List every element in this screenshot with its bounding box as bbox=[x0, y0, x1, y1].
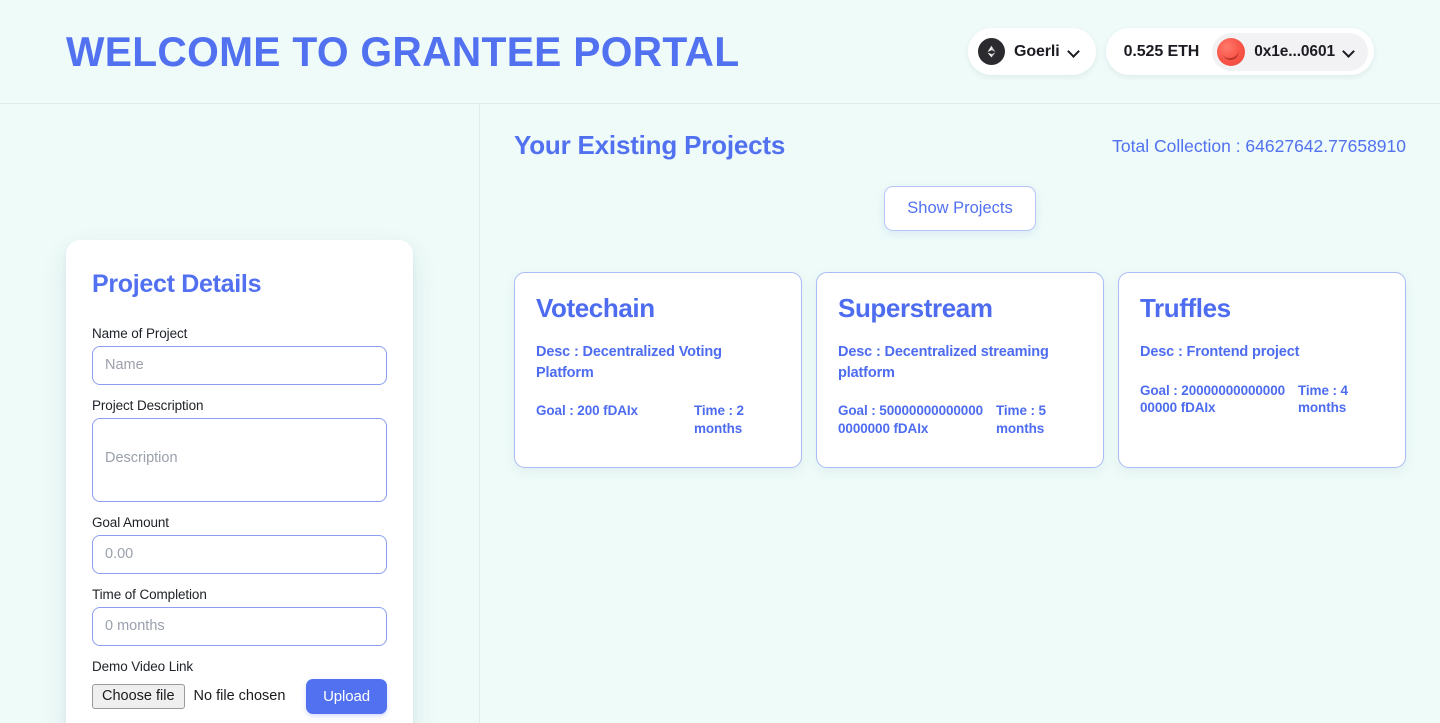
field-goal-amount: Goal Amount bbox=[92, 515, 387, 574]
show-projects-row: Show Projects bbox=[514, 186, 1406, 231]
account-panel: 0.525 ETH 0x1e...0601 bbox=[1105, 28, 1374, 75]
project-card-title: Votechain bbox=[536, 293, 655, 323]
section-title: Your Existing Projects bbox=[514, 130, 786, 160]
app-root: WELCOME TO GRANTEE PORTAL Goerli 0.525 E… bbox=[0, 0, 1440, 723]
wallet-balance: 0.525 ETH bbox=[1123, 42, 1200, 60]
show-projects-button[interactable]: Show Projects bbox=[884, 186, 1036, 231]
project-card-time: Time : 2 months bbox=[694, 403, 744, 436]
project-card-goal: Goal : 2000000000000000000 fDAIx bbox=[1140, 382, 1286, 416]
upload-row: Choose file No file chosen Upload bbox=[92, 679, 387, 714]
project-details-form: Project Details Name of Project Project … bbox=[66, 240, 413, 723]
left-pane: Project Details Name of Project Project … bbox=[0, 104, 480, 723]
label-demo-video-link: Demo Video Link bbox=[92, 659, 194, 674]
choose-file-button[interactable]: Choose file bbox=[92, 683, 185, 710]
project-card-time: Time : 5 months bbox=[996, 403, 1046, 436]
label-project-description: Project Description bbox=[92, 398, 204, 413]
project-card-title: Truffles bbox=[1140, 293, 1231, 323]
projects-header: Your Existing Projects Total Collection … bbox=[514, 126, 1406, 161]
account-address: 0x1e...0601 bbox=[1254, 42, 1335, 60]
label-time-of-completion: Time of Completion bbox=[92, 587, 207, 602]
project-card-meta: Goal : 200 fDAIx Time : 2 months bbox=[536, 402, 780, 437]
project-card-description: Desc : Decentralized Voting Platform bbox=[536, 344, 722, 381]
field-time-of-completion: Time of Completion bbox=[92, 587, 387, 646]
label-goal-amount: Goal Amount bbox=[92, 515, 169, 530]
upload-button[interactable]: Upload bbox=[306, 679, 387, 714]
project-card-time: Time : 4 months bbox=[1298, 382, 1348, 416]
total-collection: Total Collection : 64627642.77658910 bbox=[1112, 136, 1406, 156]
project-card-meta: Goal : 2000000000000000000 fDAIx Time : … bbox=[1140, 382, 1384, 417]
file-status-text: No file chosen bbox=[193, 688, 286, 705]
project-card-title: Superstream bbox=[838, 293, 993, 323]
field-demo-video-link: Demo Video Link Choose file No file chos… bbox=[92, 659, 387, 714]
chevron-down-icon bbox=[1069, 46, 1080, 57]
project-description-input[interactable] bbox=[92, 418, 387, 502]
time-of-completion-input[interactable] bbox=[92, 607, 387, 646]
project-card[interactable]: Superstream Desc : Decentralized streami… bbox=[816, 272, 1104, 468]
project-card-description: Desc : Decentralized streaming platform bbox=[838, 344, 1049, 381]
chevron-down-icon bbox=[1344, 46, 1355, 57]
network-name: Goerli bbox=[1013, 42, 1060, 60]
ethereum-icon bbox=[977, 38, 1005, 65]
project-card-goal: Goal : 500000000000000000000 fDAIx bbox=[838, 403, 984, 436]
field-project-name: Name of Project bbox=[92, 326, 387, 385]
form-title: Project Details bbox=[92, 270, 262, 298]
wallet-zone: Goerli 0.525 ETH 0x1e...0601 bbox=[967, 28, 1374, 75]
project-card[interactable]: Truffles Desc : Frontend project Goal : … bbox=[1118, 272, 1406, 468]
avatar bbox=[1217, 37, 1246, 66]
project-card-goal: Goal : 200 fDAIx bbox=[536, 403, 638, 419]
project-card[interactable]: Votechain Desc : Decentralized Voting Pl… bbox=[514, 272, 802, 468]
project-card-description: Desc : Frontend project bbox=[1140, 344, 1300, 361]
file-picker[interactable]: Choose file No file chosen bbox=[92, 683, 306, 710]
project-card-meta: Goal : 500000000000000000000 fDAIx Time … bbox=[838, 402, 1082, 437]
account-address-button[interactable]: 0x1e...0601 bbox=[1212, 32, 1368, 71]
field-project-description: Project Description bbox=[92, 398, 387, 502]
label-project-name: Name of Project bbox=[92, 326, 188, 341]
network-selector[interactable]: Goerli bbox=[967, 28, 1096, 75]
project-name-input[interactable] bbox=[92, 346, 387, 385]
project-cards-row: Votechain Desc : Decentralized Voting Pl… bbox=[514, 272, 1406, 468]
page-title: WELCOME TO GRANTEE PORTAL bbox=[66, 27, 740, 75]
right-pane: Your Existing Projects Total Collection … bbox=[480, 104, 1440, 723]
goal-amount-input[interactable] bbox=[92, 535, 387, 574]
content-area: Project Details Name of Project Project … bbox=[0, 104, 1440, 723]
top-bar: WELCOME TO GRANTEE PORTAL Goerli 0.525 E… bbox=[0, 0, 1440, 104]
